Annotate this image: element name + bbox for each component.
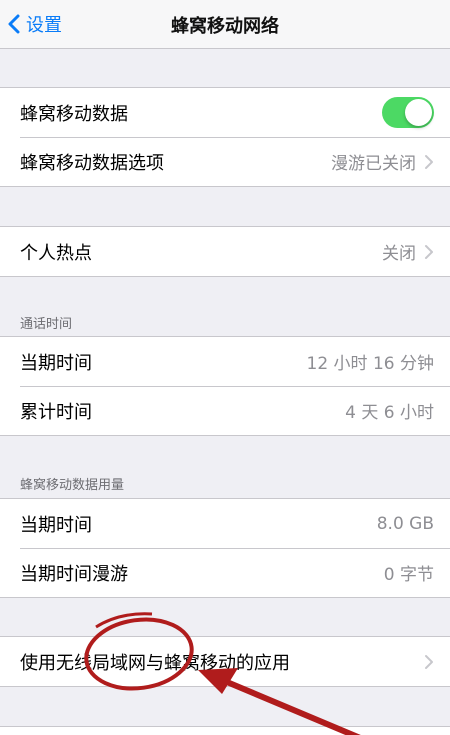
call-time-current-value: 12 小时 16 分钟: [306, 354, 434, 374]
cellular-data-options-label: 蜂窝移动数据选项: [20, 152, 164, 174]
personal-hotspot-value: 关闭: [382, 244, 416, 264]
cellular-data-options-row[interactable]: 蜂窝移动数据选项 漫游已关闭: [0, 137, 450, 186]
usage-current-row: 当期时间 8.0 GB: [0, 499, 450, 548]
usage-roaming-row: 当期时间漫游 0 字节: [0, 548, 450, 597]
next-group-partial: [0, 726, 450, 735]
call-time-group: 当期时间 12 小时 16 分钟 累计时间 4 天 6 小时: [0, 336, 450, 436]
chevron-right-icon: [425, 154, 433, 169]
chevron-right-icon: [425, 654, 433, 669]
toggle-knob: [405, 99, 432, 126]
personal-hotspot-row[interactable]: 个人热点 关闭: [0, 227, 450, 276]
settings-screen: 设置 蜂窝移动网络 蜂窝移动数据 蜂窝移动数据选项 漫游已关闭 个人热点 关闭: [0, 0, 450, 735]
call-time-lifetime-row: 累计时间 4 天 6 小时: [0, 386, 450, 435]
wlan-apps-group: 使用无线局域网与蜂窝移动的应用: [0, 636, 450, 687]
cellular-data-toggle[interactable]: [382, 97, 434, 128]
call-time-lifetime-label: 累计时间: [20, 401, 92, 423]
data-usage-group: 当期时间 8.0 GB 当期时间漫游 0 字节: [0, 498, 450, 598]
cellular-data-group: 蜂窝移动数据 蜂窝移动数据选项 漫游已关闭: [0, 87, 450, 187]
usage-roaming-label: 当期时间漫游: [20, 563, 128, 585]
call-time-current-label: 当期时间: [20, 352, 92, 374]
usage-current-value: 8.0 GB: [376, 513, 434, 534]
hotspot-group: 个人热点 关闭: [0, 226, 450, 277]
data-usage-header: 蜂窝移动数据用量: [20, 478, 125, 493]
personal-hotspot-label: 个人热点: [20, 242, 92, 264]
page-title: 蜂窝移动网络: [171, 16, 279, 37]
roaming-status-value: 漫游已关闭: [331, 154, 416, 174]
usage-current-label: 当期时间: [20, 514, 92, 536]
cellular-data-label: 蜂窝移动数据: [20, 103, 128, 125]
usage-roaming-value: 0 字节: [383, 565, 434, 585]
cellular-data-row: 蜂窝移动数据: [0, 88, 450, 137]
call-time-current-row: 当期时间 12 小时 16 分钟: [0, 337, 450, 386]
wlan-cellular-apps-row[interactable]: 使用无线局域网与蜂窝移动的应用: [0, 637, 450, 686]
wlan-cellular-apps-label: 使用无线局域网与蜂窝移动的应用: [20, 652, 290, 674]
call-time-lifetime-value: 4 天 6 小时: [345, 403, 434, 423]
annotation-circle-tail: [95, 612, 153, 629]
call-time-header: 通话时间: [20, 317, 73, 332]
chevron-right-icon: [425, 244, 433, 259]
navigation-bar: 设置 蜂窝移动网络: [0, 0, 450, 49]
